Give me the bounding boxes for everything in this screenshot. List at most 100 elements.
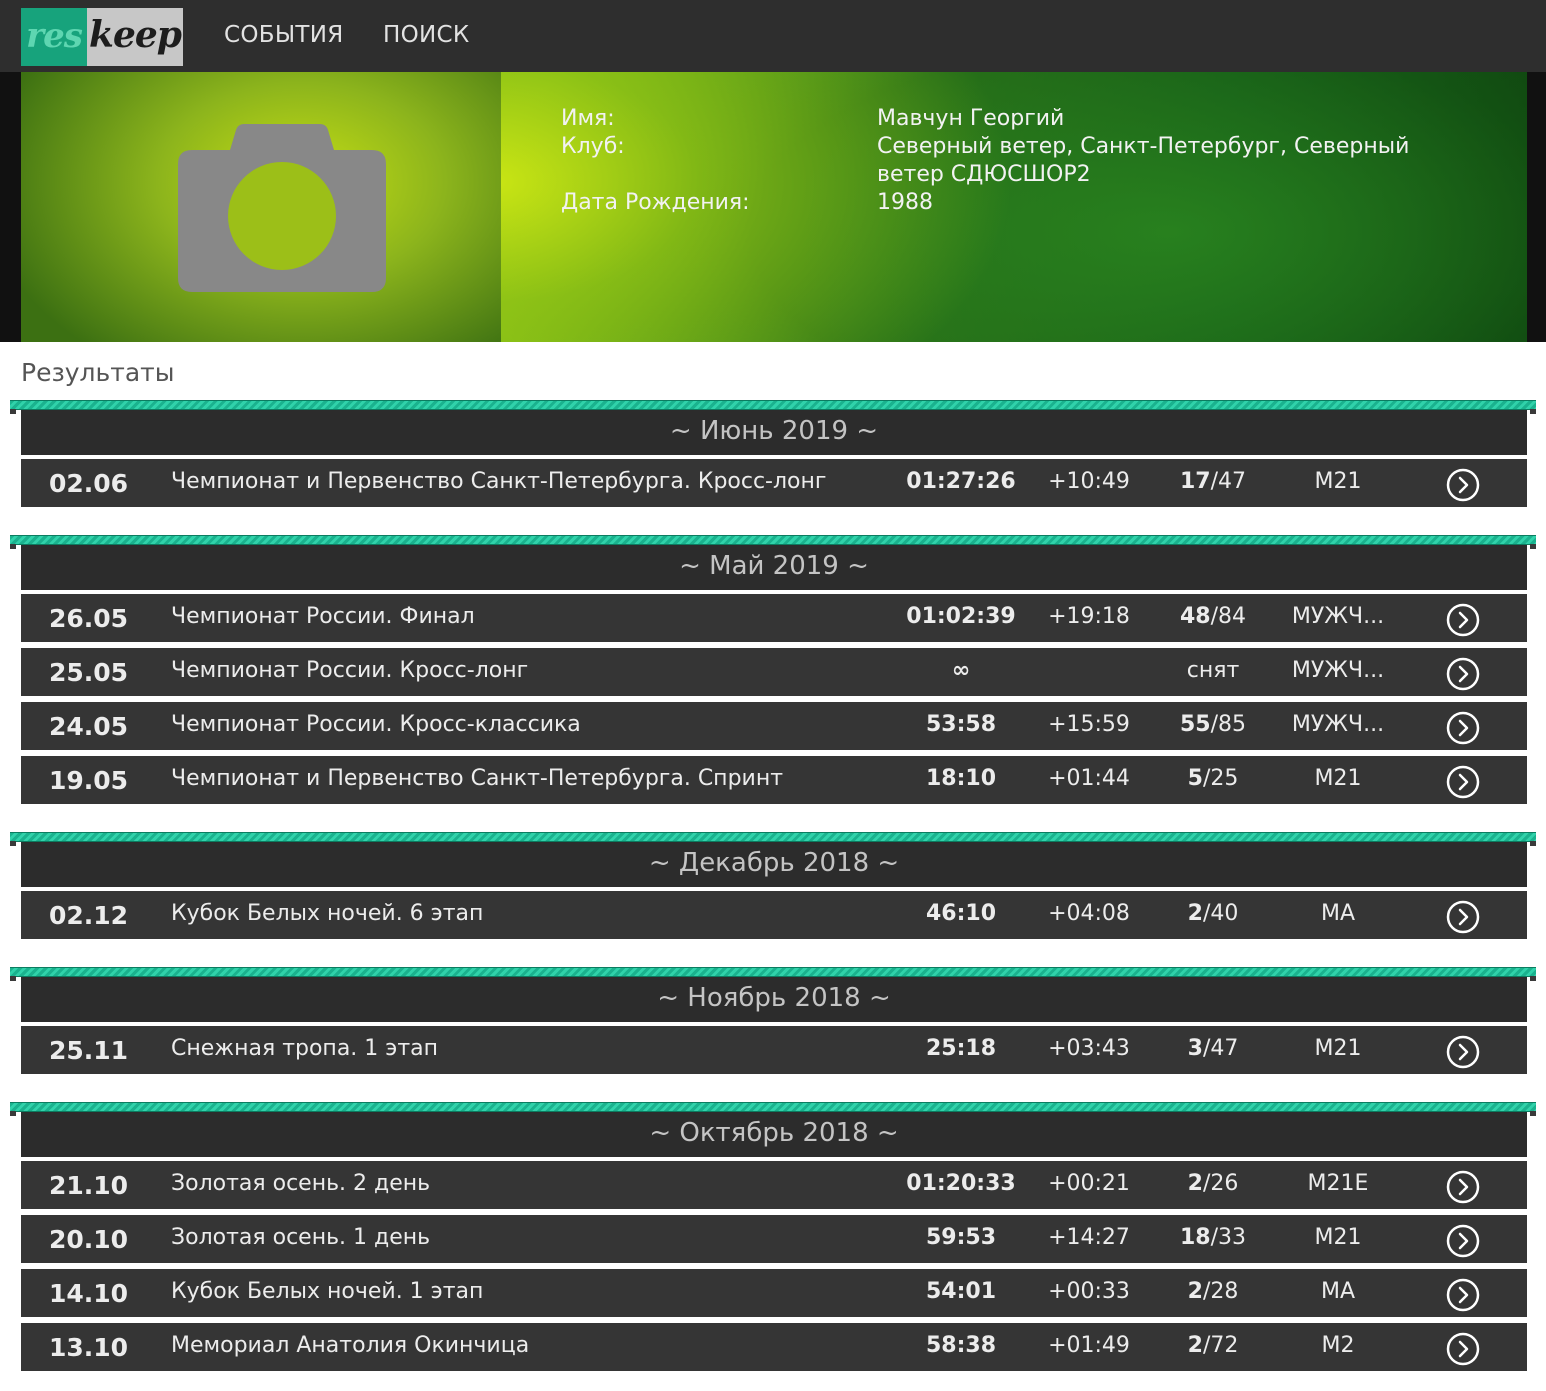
result-diff: +04:08 xyxy=(1048,901,1130,926)
arrow-right-circle-icon xyxy=(1446,1170,1480,1204)
place-number: 2 xyxy=(1187,1279,1203,1304)
logo-keep-text: keep xyxy=(87,8,183,66)
result-diff: +03:43 xyxy=(1048,1036,1130,1061)
details-button[interactable] xyxy=(1446,1170,1480,1204)
month-divider xyxy=(10,535,1536,549)
place-total: /28 xyxy=(1202,1279,1239,1304)
result-row[interactable]: 24.05 Чемпионат России. Кросс-классика 53:… xyxy=(21,702,1527,750)
club-value: Северный ветер, Санкт-Петербург, Северны… xyxy=(877,134,1410,187)
result-place: 2/40 xyxy=(1163,891,1263,939)
place-total: /85 xyxy=(1210,712,1247,737)
arrow-right-circle-icon xyxy=(1446,1035,1480,1069)
place-number: 48 xyxy=(1179,604,1211,629)
logo-res-text: res xyxy=(21,8,87,66)
details-button[interactable] xyxy=(1446,603,1480,637)
arrow-right-circle-icon xyxy=(1446,1332,1480,1366)
result-date: 26.05 xyxy=(49,604,129,633)
result-group: М21 xyxy=(1314,1036,1362,1061)
result-row[interactable]: 02.12 Кубок Белых ночей. 6 этап 46:10 +04:0… xyxy=(21,891,1527,939)
result-place: 48/84 xyxy=(1163,594,1263,642)
result-group: М21Е xyxy=(1307,1171,1369,1196)
result-time: 01:20:33 xyxy=(906,1171,1016,1196)
profile-info: Имя: Мавчун Георгий Клуб: Северный ветер… xyxy=(561,105,1467,217)
month-group: ~ Июнь 2019 ~ 02.06 Чемпионат и Первенство… xyxy=(10,400,1536,507)
arrow-right-circle-icon xyxy=(1446,765,1480,799)
result-place: 18/33 xyxy=(1163,1215,1263,1263)
nav-search-link[interactable]: ПОИСК xyxy=(383,22,470,48)
details-button[interactable] xyxy=(1446,1224,1480,1258)
month-header: ~ Декабрь 2018 ~ xyxy=(21,842,1527,887)
place-number: 2 xyxy=(1187,901,1203,926)
birth-value: 1988 xyxy=(877,190,933,215)
month-group: ~ Май 2019 ~ 26.05 Чемпионат России. Финал… xyxy=(10,535,1536,804)
result-time: 54:01 xyxy=(925,1279,997,1304)
result-date: 02.06 xyxy=(49,469,129,498)
result-diff xyxy=(1039,648,1139,696)
name-value: Мавчун Георгий xyxy=(877,106,1065,131)
result-time: 46:10 xyxy=(925,901,997,926)
place-total: /40 xyxy=(1202,901,1239,926)
result-group: МУЖЧ... xyxy=(1291,658,1385,683)
profile-banner: Имя: Мавчун Георгий Клуб: Северный ветер… xyxy=(0,72,1546,342)
event-name: Чемпионат и Первенство Санкт-Петербурга.… xyxy=(171,469,827,494)
nav-events-link[interactable]: СОБЫТИЯ xyxy=(224,22,344,48)
arrow-right-circle-icon xyxy=(1446,1224,1480,1258)
camera-icon xyxy=(178,124,386,292)
result-place: 55/85 xyxy=(1163,702,1263,750)
result-row[interactable]: 19.05 Чемпионат и Первенство Санкт-Петерб… xyxy=(21,756,1527,804)
result-row[interactable]: 26.05 Чемпионат России. Финал 01:02:39 +19:… xyxy=(21,594,1527,642)
result-diff: +01:44 xyxy=(1048,766,1130,791)
result-time: 59:53 xyxy=(925,1225,997,1250)
result-group: МА xyxy=(1320,901,1356,926)
place-number: 3 xyxy=(1187,1036,1203,1061)
result-group: М2 xyxy=(1321,1333,1355,1358)
results-title: Результаты xyxy=(21,358,175,387)
avatar xyxy=(21,72,501,342)
result-time: 01:27:26 xyxy=(906,469,1016,494)
place-number: 17 xyxy=(1179,469,1211,494)
place-total: /47 xyxy=(1202,1036,1239,1061)
result-row[interactable]: 13.10 Мемориал Анатолия Окинчица 58:38 +01:… xyxy=(21,1323,1527,1371)
details-button[interactable] xyxy=(1446,1035,1480,1069)
arrow-right-circle-icon xyxy=(1446,603,1480,637)
result-row[interactable]: 14.10 Кубок Белых ночей. 1 этап 54:01 +00:3… xyxy=(21,1269,1527,1317)
place-total: /33 xyxy=(1210,1225,1247,1250)
result-diff: +15:59 xyxy=(1048,712,1130,737)
month-header: ~ Ноябрь 2018 ~ xyxy=(21,977,1527,1022)
result-date: 24.05 xyxy=(49,712,129,741)
result-row[interactable]: 25.11 Снежная тропа. 1 этап 25:18 +03:43 3/4… xyxy=(21,1026,1527,1074)
place-total: /26 xyxy=(1202,1171,1239,1196)
details-button[interactable] xyxy=(1446,1332,1480,1366)
reskeep-logo[interactable]: res keep xyxy=(21,8,183,66)
result-group: МУЖЧ... xyxy=(1291,712,1385,737)
details-button[interactable] xyxy=(1446,765,1480,799)
details-button[interactable] xyxy=(1446,1278,1480,1312)
month-group: ~ Декабрь 2018 ~ 02.12 Кубок Белых ночей. … xyxy=(10,832,1536,939)
details-button[interactable] xyxy=(1446,468,1480,502)
arrow-right-circle-icon xyxy=(1446,711,1480,745)
result-time: 01:02:39 xyxy=(906,604,1016,629)
details-button[interactable] xyxy=(1446,657,1480,691)
details-button[interactable] xyxy=(1446,711,1480,745)
result-group: М21 xyxy=(1314,766,1362,791)
result-date: 25.05 xyxy=(49,658,129,687)
event-name: Чемпионат России. Финал xyxy=(171,604,475,629)
result-diff: +14:27 xyxy=(1048,1225,1130,1250)
result-date: 02.12 xyxy=(49,901,129,930)
month-divider xyxy=(10,400,1536,414)
result-row[interactable]: 21.10 Золотая осень. 2 день 01:20:33 +00:21… xyxy=(21,1161,1527,1209)
result-row[interactable]: 25.05 Чемпионат России. Кросс-лонг ∞ снят МУ… xyxy=(21,648,1527,696)
details-button[interactable] xyxy=(1446,900,1480,934)
result-row[interactable]: 02.06 Чемпионат и Первенство Санкт-Петерб… xyxy=(21,459,1527,507)
event-name: Кубок Белых ночей. 6 этап xyxy=(171,901,484,926)
result-group: МУЖЧ... xyxy=(1291,604,1385,629)
arrow-right-circle-icon xyxy=(1446,468,1480,502)
result-time: 53:58 xyxy=(925,712,997,737)
result-row[interactable]: 20.10 Золотая осень. 1 день 59:53 +14:27 18/… xyxy=(21,1215,1527,1263)
birth-label: Дата Рождения: xyxy=(561,190,750,215)
result-place: 2/26 xyxy=(1163,1161,1263,1209)
month-header: ~ Май 2019 ~ xyxy=(21,545,1527,590)
result-diff: +10:49 xyxy=(1048,469,1130,494)
month-divider xyxy=(10,832,1536,846)
place-total: /72 xyxy=(1202,1333,1239,1358)
